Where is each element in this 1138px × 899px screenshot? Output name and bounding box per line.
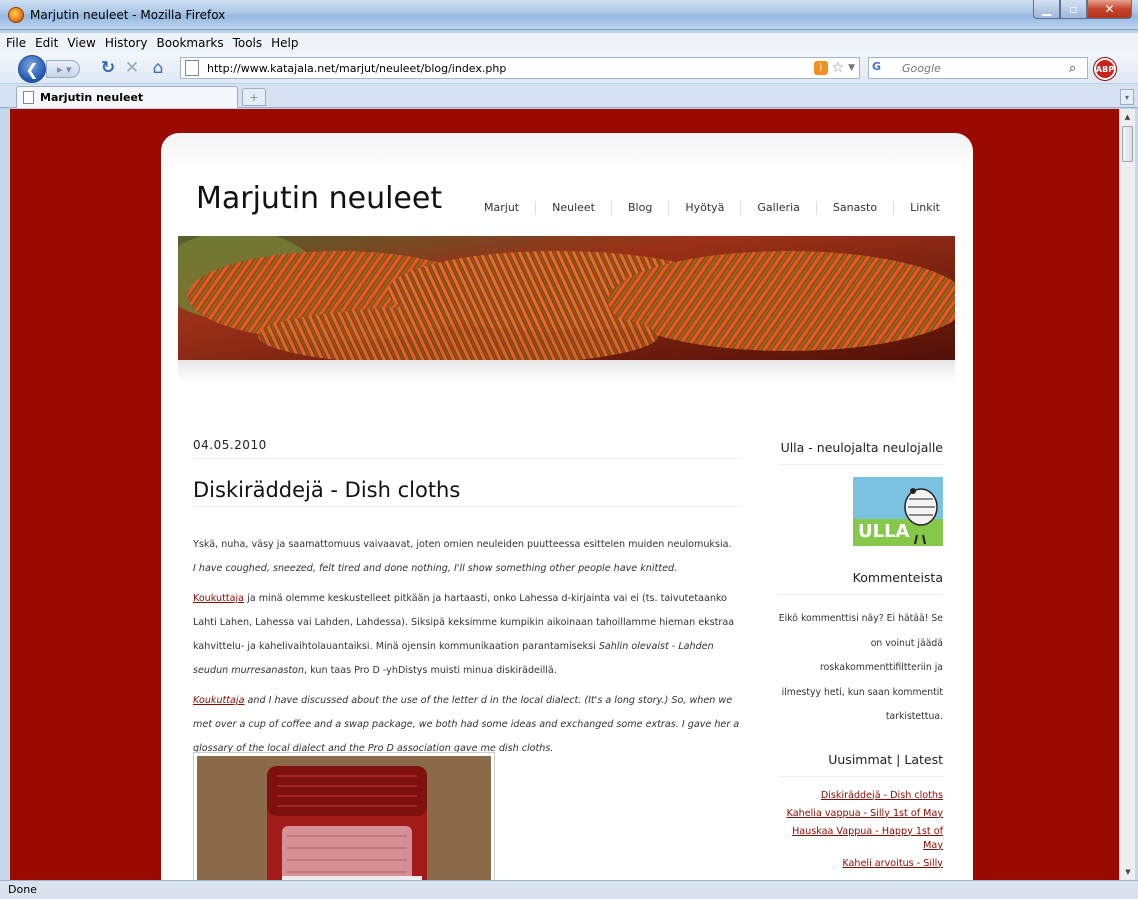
new-tab-button[interactable]: + [242,88,266,106]
nav-link-linkit[interactable]: Linkit [893,201,956,215]
sidebar: Ulla - neulojalta neulojalle ULLA Kommen… [778,438,943,875]
sidebar-heading-comments: Kommenteista [778,568,943,595]
url-text[interactable]: http://www.katajala.net/marjut/neuleet/b… [207,62,814,75]
status-bar: Done [0,880,1138,899]
browser-viewport: Marjutin neuleet Marjut Neuleet Blog Hyö… [10,109,1119,880]
nav-link-galleria[interactable]: Galleria [740,201,815,215]
post-paragraph-3-text: and I have discussed about the use of th… [193,695,740,754]
latest-post-link[interactable]: Hauskaa Vappua - Happy 1st of May [778,825,943,853]
search-input[interactable] [902,61,1069,75]
nav-link-blog[interactable]: Blog [611,201,668,215]
yarn-banner-image [178,236,955,360]
post-paragraph-3: Koukuttaja and I have discussed about th… [193,689,741,761]
nav-link-marjut[interactable]: Marjut [468,201,535,215]
scroll-down-arrow-icon[interactable]: ▼ [1120,864,1136,880]
menu-edit[interactable]: Edit [35,33,58,53]
dish-cloths-photo[interactable] [193,752,495,880]
latest-post-link[interactable]: Kahelia vappua - Silly 1st of May [778,807,943,821]
post-paragraph-1-fi: Yskä, nuha, väsy ja saamattomuus vaivaav… [193,539,732,550]
nav-link-hyotya[interactable]: Hyötyä [668,201,740,215]
search-engine-icon[interactable]: G [872,60,890,76]
tab-label: Marjutin neuleet [40,91,144,104]
menu-tools[interactable]: Tools [233,33,263,53]
site-title[interactable]: Marjutin neuleet [196,181,442,216]
menu-bookmarks[interactable]: Bookmarks [157,33,224,53]
minimize-button[interactable]: ▁ [1033,0,1060,19]
post-title[interactable]: Diskiräddejä - Dish cloths [193,478,741,507]
forward-arrow-icon: ▸ ▾ [57,62,72,76]
post-date: 04.05.2010 [193,438,741,459]
sidebar-heading-latest: Uusimmat | Latest [778,750,943,777]
post-paragraph-1-en: I have coughed, sneezed, felt tired and … [193,563,678,574]
site-container: Marjutin neuleet Marjut Neuleet Blog Hyö… [161,133,973,880]
scroll-up-arrow-icon[interactable]: ▲ [1120,109,1135,125]
tab-list-dropdown-icon[interactable]: ▾ [1120,89,1134,105]
window-controls: ▁ ▫ ✕ [1033,0,1132,20]
rss-feed-icon[interactable]: ) [813,61,828,75]
url-bar[interactable]: http://www.katajala.net/marjut/neuleet/b… [180,57,860,79]
forward-button[interactable]: ▸ ▾ [46,60,80,78]
latest-post-link[interactable]: Diskiräddejä - Dish cloths [778,789,943,803]
back-button[interactable]: ❮ [18,55,46,83]
window-left-edge [0,109,10,880]
page-icon [185,60,199,76]
menu-help[interactable]: Help [271,33,298,53]
title-bar: Marjutin neuleet - Mozilla Firefox ▁ ▫ ✕ [0,0,1138,30]
close-button[interactable]: ✕ [1087,0,1132,19]
post-paragraph-2: Koukuttaja ja minä olemme keskustelleet … [193,587,741,683]
reload-icon[interactable]: ↻ [98,58,118,78]
sidebar-heading-ulla: Ulla - neulojalta neulojalle [778,438,943,465]
nav-link-sanasto[interactable]: Sanasto [815,201,893,215]
bookmark-star-icon[interactable]: ☆ [832,60,845,76]
sidebar-comment-notice: Eikö kommenttisi näy? Ei hätää! Se on vo… [778,613,943,722]
banner-shadow [178,360,955,382]
tab-page-icon [23,91,34,104]
stop-icon[interactable]: ✕ [122,58,142,78]
firefox-icon [8,7,24,23]
nav-link-neuleet[interactable]: Neuleet [535,201,611,215]
adblock-plus-icon[interactable]: ABP [1094,58,1116,80]
koukuttaja-link[interactable]: Koukuttaja [193,593,244,604]
site-navigation: Marjut Neuleet Blog Hyötyä Galleria Sana… [468,201,956,215]
maximize-button[interactable]: ▫ [1060,0,1087,19]
back-arrow-icon: ❮ [25,59,39,79]
menu-file[interactable]: File [6,33,26,53]
search-icon[interactable]: ⌕ [1069,61,1087,76]
navigation-toolbar: ❮ ▸ ▾ ↻ ✕ ⌂ http://www.katajala.net/marj… [0,53,1138,83]
menu-history[interactable]: History [105,33,148,53]
post-paragraph-1: Yskä, nuha, väsy ja saamattomuus vaivaav… [193,533,741,581]
latest-posts-list: Diskiräddejä - Dish cloths Kahelia vappu… [778,789,943,871]
post-body: Yskä, nuha, väsy ja saamattomuus vaivaav… [193,533,741,767]
search-bar[interactable]: G ⌕ [868,57,1088,79]
svg-text:ULLA: ULLA [858,521,910,542]
post-paragraph-2-text-b: , kun taas Pro D -yhDistys muisti minua … [304,665,557,676]
menu-bar: File Edit View History Bookmarks Tools H… [0,33,1138,53]
latest-post-link[interactable]: Kaheli arvoitus - Silly [778,857,943,871]
home-icon[interactable]: ⌂ [148,58,168,78]
koukuttaja-link-en[interactable]: Koukuttaja [193,695,244,706]
vertical-scrollbar[interactable]: ▲ ▼ [1119,109,1135,880]
ulla-logo[interactable]: ULLA [853,477,943,546]
tab-bar: Marjutin neuleet + ▾ [0,84,1138,108]
url-dropdown-icon[interactable]: ▼ [848,63,855,73]
tab-marjutin-neuleet[interactable]: Marjutin neuleet [16,86,238,108]
scrollbar-thumb[interactable] [1122,126,1133,162]
window-title: Marjutin neuleet - Mozilla Firefox [30,8,226,22]
menu-view[interactable]: View [67,33,95,53]
